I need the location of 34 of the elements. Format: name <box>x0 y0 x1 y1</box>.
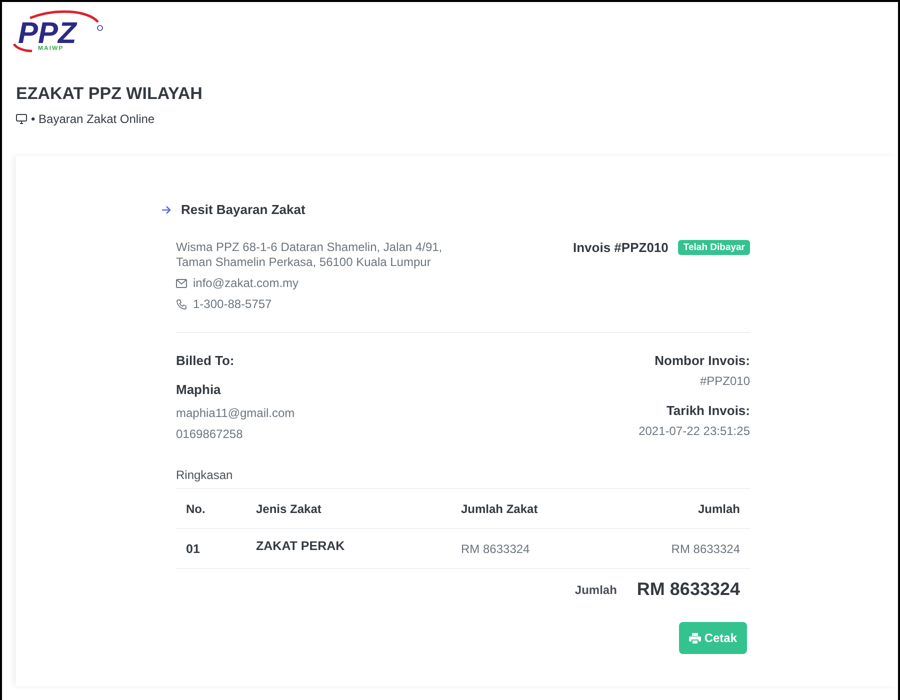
phone-icon <box>176 299 187 310</box>
column-header: Jumlah <box>696 502 740 516</box>
table-cell-text: 01 <box>186 542 201 556</box>
customer-name: Maphia <box>176 382 222 397</box>
column-header: No. <box>186 502 206 516</box>
page-title: EZAKAT PPZ WILAYAH <box>16 84 204 104</box>
column-header: Jenis Zakat <box>256 502 322 516</box>
table-cell-text: RM 8633324 <box>670 542 740 556</box>
total-amount: RM 8633324 <box>636 579 740 600</box>
total-label: Jumlah <box>574 582 617 596</box>
billed-to-label: Billed To: <box>176 353 236 368</box>
address-line: Taman Shamelin Perkasa, 56100 Kuala Lumpur <box>176 255 432 270</box>
print-button[interactable]: Cetak <box>679 622 747 654</box>
status-badge: Telah Dibayar <box>678 240 750 255</box>
receipt-heading: Resit Bayaran Zakat <box>181 202 306 217</box>
mail-icon <box>176 279 187 288</box>
customer-email: maphia11@gmail.com <box>176 406 295 421</box>
arrow-icon <box>161 204 171 214</box>
invoice-number: #PPZ010 <box>700 374 750 389</box>
customer-phone: 0169867258 <box>176 427 244 442</box>
table-cell-text: RM 8633324 <box>461 542 531 556</box>
monitor-icon <box>16 114 27 124</box>
invoice-date: 2021-07-22 23:51:25 <box>638 424 750 439</box>
address-line: Wisma PPZ 68-1-6 Dataran Shamelin, Jalan 4/91, <box>176 240 442 255</box>
column-header: Jumlah Zakat <box>461 502 539 516</box>
invoice-title: Invois #PPZ010 <box>573 240 668 255</box>
printer-icon <box>689 632 702 644</box>
invoice-date-label: Tarikh Invois: <box>666 403 750 418</box>
table-cell-text: ZAKAT PERAK <box>256 539 346 553</box>
email-text: info@zakat.com.my <box>193 276 299 291</box>
phone-text: 1-300-88-5757 <box>193 297 272 312</box>
summary-title: Ringkasan <box>176 468 234 482</box>
breadcrumb: • Bayaran Zakat Online <box>31 112 155 126</box>
invoice-number-label: Nombor Invois: <box>654 353 750 368</box>
